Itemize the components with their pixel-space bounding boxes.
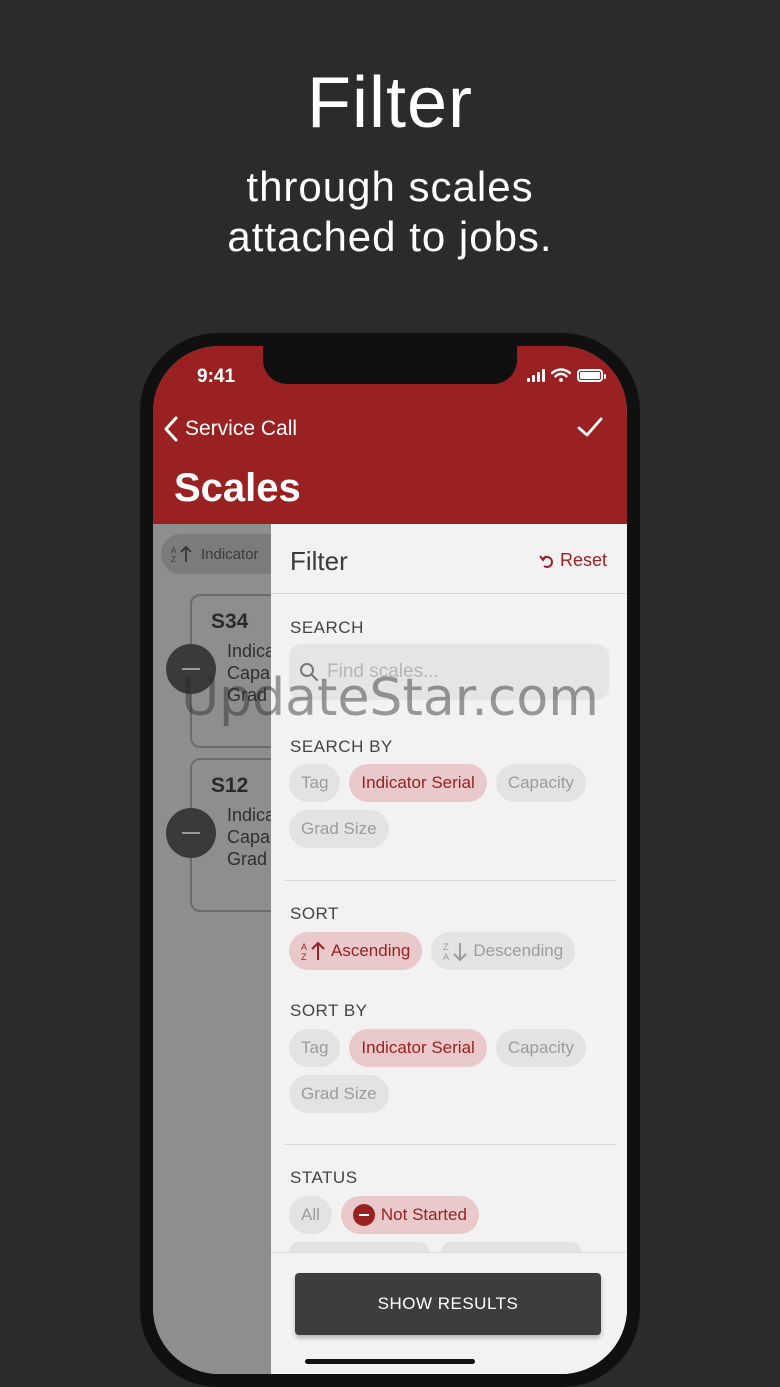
sort-by-chip-grad-size[interactable]: Grad Size: [289, 1075, 389, 1113]
scale-card-tag: S12: [211, 774, 249, 797]
reset-button-label: Reset: [559, 550, 607, 570]
sort-section-label: SORT: [290, 904, 339, 923]
promo-title: Filter: [307, 63, 473, 143]
promo-subtitle-line-2: attached to jobs.: [227, 213, 553, 260]
sort-descending-label: Descending: [473, 941, 564, 960]
phone-frame: 9:41 Service Call Scales A Z Indicator S…: [140, 333, 640, 1387]
search-input[interactable]: [327, 661, 587, 683]
show-results-button[interactable]: SHOW RESULTS: [295, 1273, 601, 1335]
status-chips-overflow: [289, 1242, 581, 1252]
confirm-button[interactable]: [577, 416, 603, 443]
search-box[interactable]: [289, 644, 609, 700]
filter-header: Filter Reset: [271, 524, 627, 594]
phone-notch: [263, 346, 517, 384]
svg-text:A: A: [171, 546, 177, 555]
scale-card-line: Capa: [227, 663, 271, 683]
bottom-action-bar: SHOW RESULTS: [271, 1252, 627, 1374]
svg-text:A: A: [301, 942, 307, 952]
promo-subtitle-line-1: through scales: [246, 163, 534, 210]
search-section-label: SEARCH: [290, 618, 364, 637]
checkmark-icon: [577, 417, 603, 437]
back-button[interactable]: Service Call: [163, 416, 297, 442]
scale-card-tag: S34: [211, 610, 249, 633]
sort-descending-icon: Z A: [443, 942, 468, 961]
status-time: 9:41: [197, 366, 236, 387]
not-started-icon: [352, 1204, 375, 1226]
promo-subtitle: through scales attached to jobs.: [0, 162, 780, 262]
status-section-label: STATUS: [290, 1168, 358, 1187]
scale-card-info: Indica Capa Grad: [227, 804, 275, 870]
minus-icon: [182, 832, 200, 834]
remove-scale-button[interactable]: [166, 644, 216, 694]
section-divider: [285, 1144, 615, 1145]
sort-ascending-chip[interactable]: A Z Ascending: [289, 932, 423, 970]
sort-by-chips: Tag Indicator Serial Capacity Grad Size: [289, 1029, 619, 1113]
svg-text:A: A: [443, 952, 449, 961]
scale-card-line: Indica: [227, 641, 276, 661]
page-title: Scales: [174, 466, 301, 510]
filter-title: Filter: [290, 546, 348, 576]
status-icons: [527, 368, 606, 382]
search-by-chip-capacity[interactable]: Capacity: [495, 764, 586, 802]
status-chips: All Not Started: [289, 1196, 619, 1234]
sort-chips: A Z Ascending Z A Descending: [289, 932, 619, 970]
sort-by-section-label: SORT BY: [290, 1001, 368, 1020]
sort-by-chip-capacity[interactable]: Capacity: [495, 1029, 586, 1067]
scale-card-line: Grad: [227, 685, 268, 705]
search-by-chip-tag[interactable]: Tag: [289, 764, 341, 802]
section-divider: [285, 880, 615, 881]
scale-card-line: Grad: [227, 849, 268, 869]
battery-icon: [577, 368, 606, 382]
minus-icon: [182, 668, 200, 670]
cellular-signal-icon: [527, 368, 545, 382]
filter-panel: Filter Reset SEARCH SEARCH BY: [271, 524, 627, 1374]
sort-by-chip-indicator-serial[interactable]: Indicator Serial: [349, 1029, 487, 1067]
svg-text:Z: Z: [443, 942, 449, 952]
scale-card-line: Capa: [227, 827, 271, 847]
svg-text:Z: Z: [171, 555, 176, 563]
reset-button[interactable]: Reset: [539, 550, 607, 571]
svg-text:Z: Z: [301, 952, 307, 961]
search-by-chip-indicator-serial[interactable]: Indicator Serial: [349, 764, 487, 802]
sort-ascending-icon: A Z: [301, 941, 325, 961]
sort-ascending-label: Ascending: [331, 941, 411, 960]
scale-list-dimmed: A Z Indicator S34 Indica Capa Grad S12 I…: [153, 524, 330, 1374]
wifi-icon: [551, 368, 571, 382]
sort-descending-chip[interactable]: Z A Descending: [431, 932, 576, 970]
search-by-chip-grad-size[interactable]: Grad Size: [289, 810, 389, 848]
scale-card-line: Indica: [227, 805, 276, 825]
status-chip-not-started[interactable]: Not Started: [340, 1196, 479, 1234]
phone-screen: 9:41 Service Call Scales A Z Indicator S…: [153, 346, 627, 1374]
undo-icon: [539, 554, 553, 568]
search-icon: [300, 663, 318, 681]
status-chip-not-started-label: Not Started: [380, 1205, 467, 1224]
back-button-label: Service Call: [185, 417, 298, 440]
search-by-chips: Tag Indicator Serial Capacity Grad Size: [289, 764, 619, 848]
remove-scale-button[interactable]: [166, 808, 216, 858]
scale-card-info: Indica Capa Grad: [227, 640, 275, 706]
chevron-left-icon: [164, 416, 178, 442]
search-by-section-label: SEARCH BY: [290, 737, 393, 756]
list-sort-label: Indicator: [201, 545, 259, 563]
sort-by-chip-tag[interactable]: Tag: [289, 1029, 341, 1067]
sort-ascending-icon: A Z: [171, 545, 192, 563]
status-chip-all[interactable]: All: [289, 1196, 332, 1234]
home-indicator: [305, 1359, 475, 1364]
